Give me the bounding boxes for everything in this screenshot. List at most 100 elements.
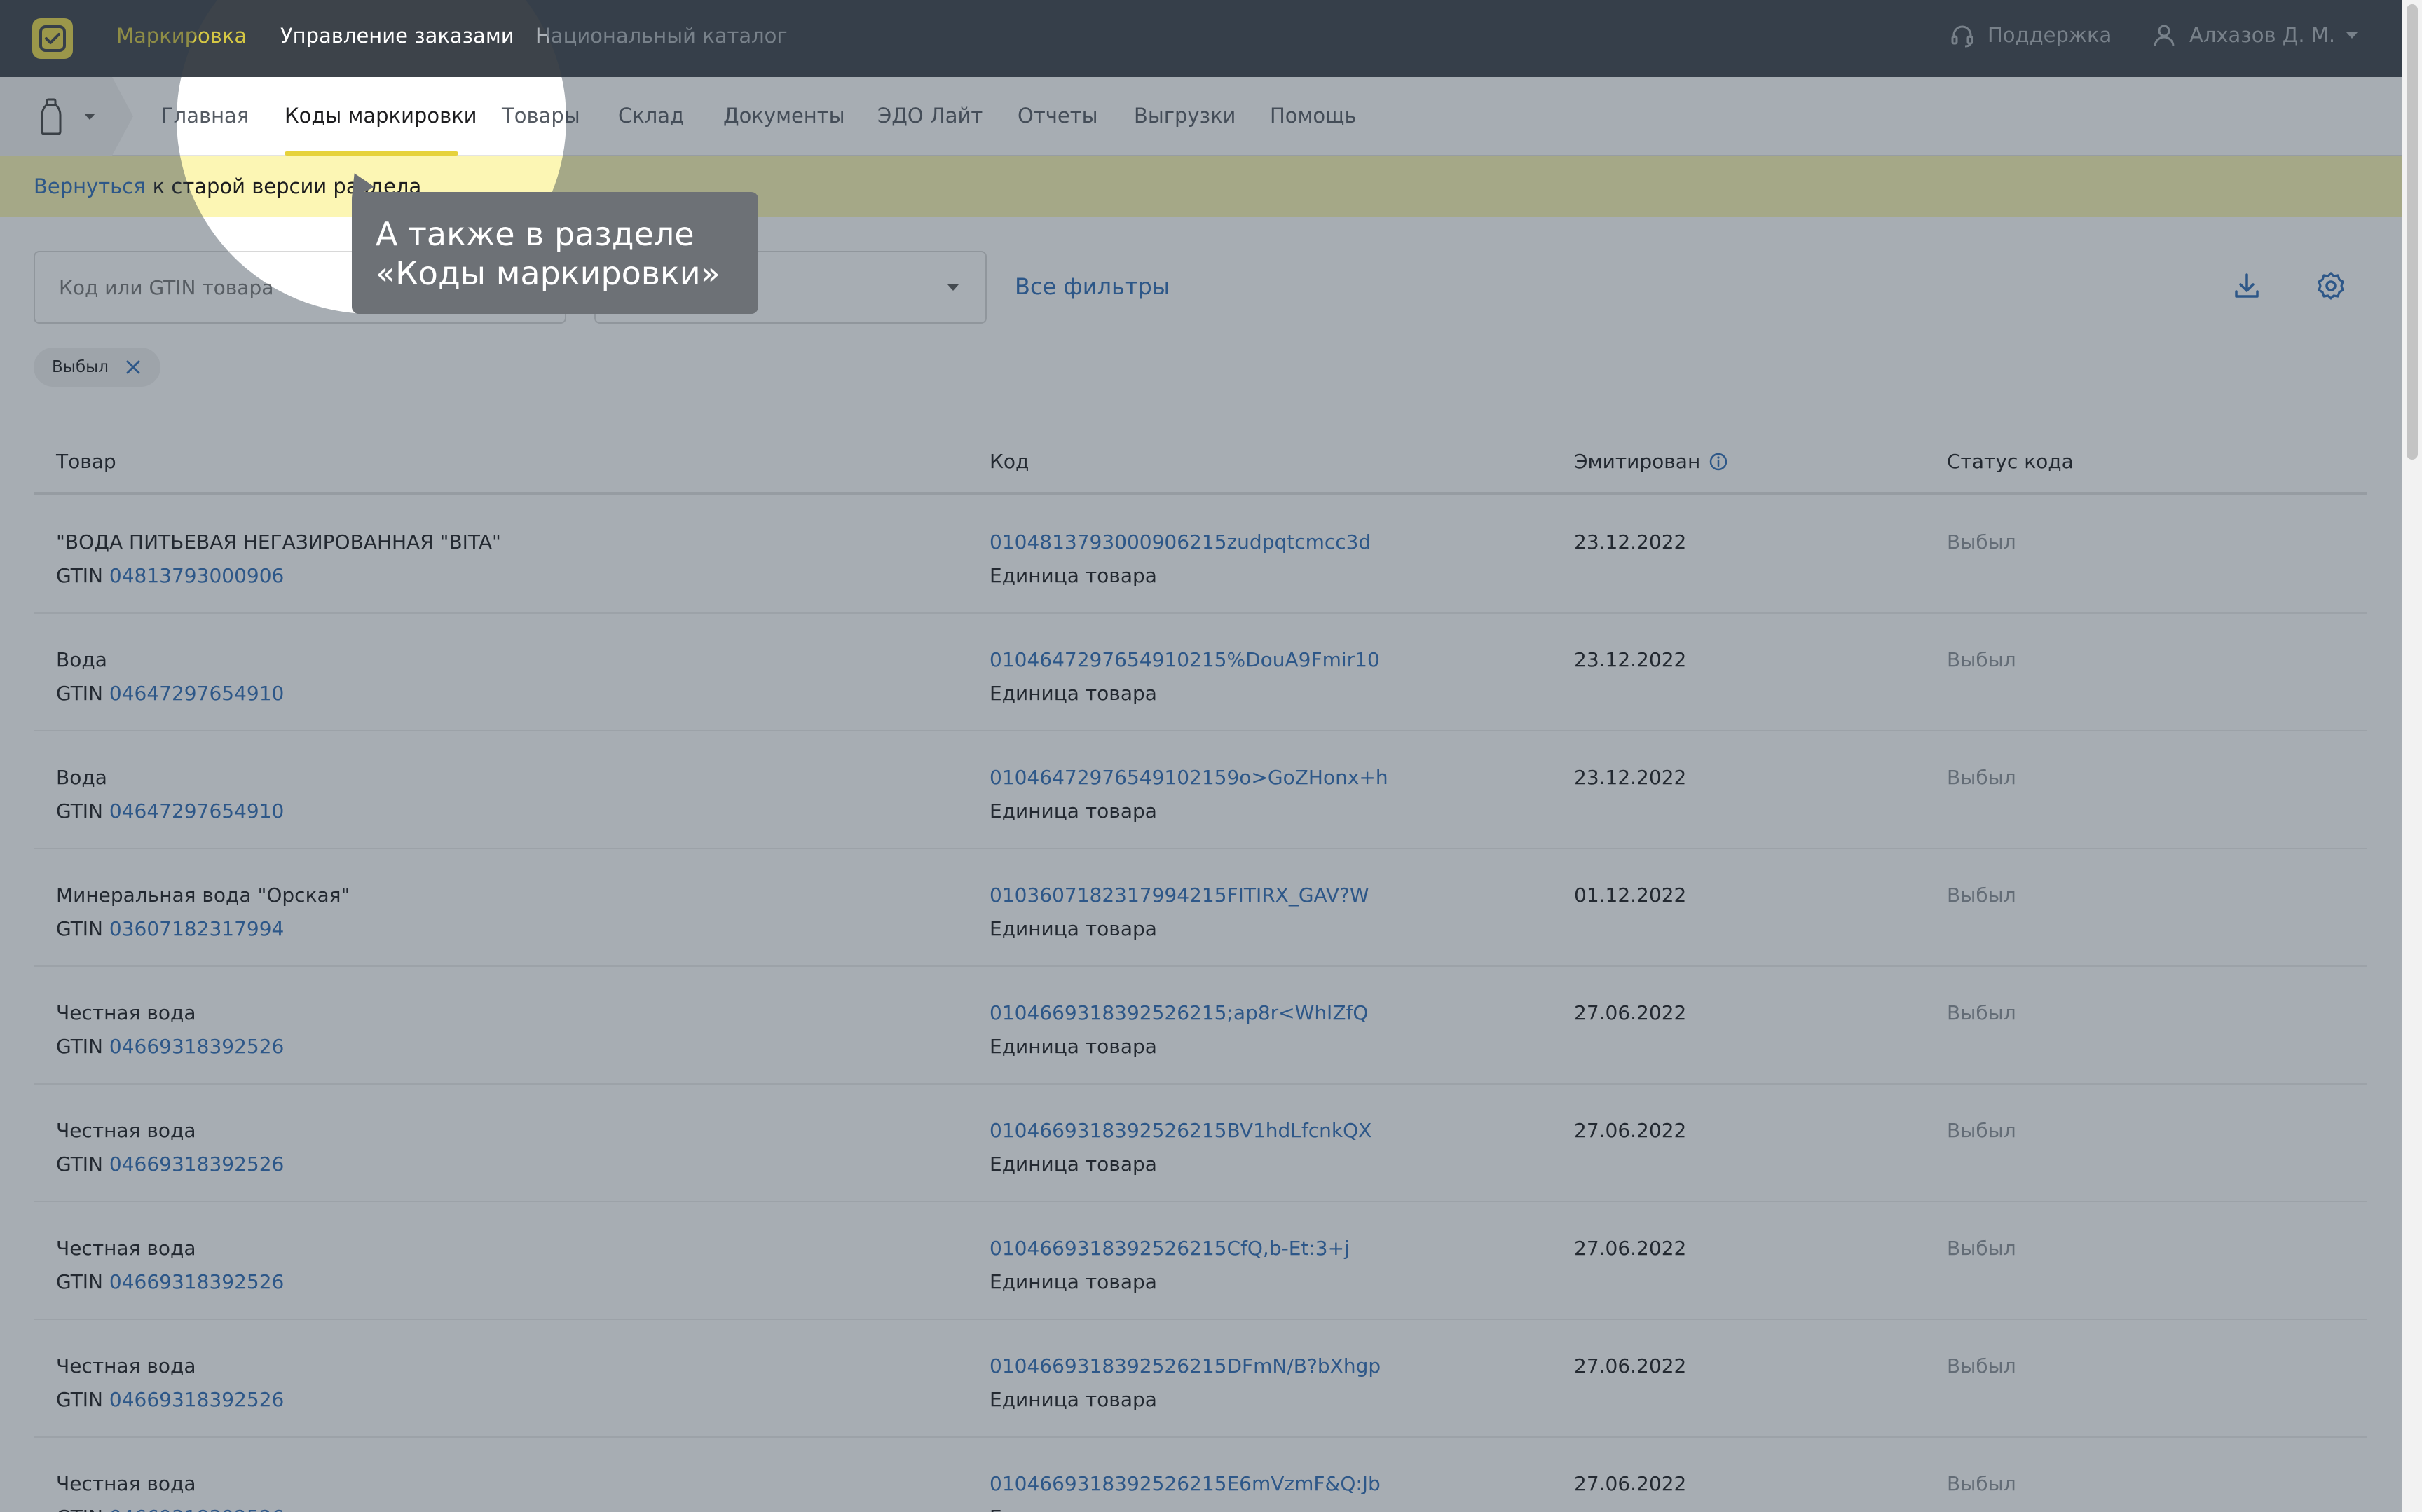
vertical-scrollbar[interactable] (2402, 0, 2422, 1512)
gtin-link[interactable]: 04647297654910 (109, 799, 284, 823)
code-cell: 0104647297654910215%DouA9Fmir10 Единица … (990, 643, 1380, 710)
gtin-link[interactable]: 04669318392526 (109, 1506, 284, 1512)
table-header: Товар Код Эмитирован Статус кода (34, 434, 2367, 495)
code-unit-type: Единица товара (990, 1035, 1157, 1058)
gtin-label: GTIN (56, 682, 104, 705)
gtin-label: GTIN (56, 1506, 103, 1512)
code-unit-type: Единица товара (990, 564, 1157, 587)
logo[interactable] (32, 18, 73, 59)
gtin-link[interactable]: 04669318392526 (109, 1270, 284, 1293)
tab-reports[interactable]: Отчеты (1018, 104, 1098, 128)
code-link[interactable]: 0104669318392526215DFmN/B?bXhgp (990, 1349, 1381, 1383)
tab-marking-codes[interactable]: Коды маркировки (285, 104, 477, 128)
code-unit-type: Единица товара (990, 799, 1157, 823)
gtin-label: GTIN (56, 917, 104, 940)
table-row[interactable]: Честная вода GTIN 04669318392526 0104669… (34, 1320, 2367, 1438)
tab-exports[interactable]: Выгрузки (1134, 104, 1236, 128)
emitted-date: 27.06.2022 (1574, 1119, 1687, 1142)
topnav-national-catalog[interactable]: Национальный каталог (535, 24, 788, 48)
code-link[interactable]: 01046472976549102159o>GoZHonx+h (990, 761, 1388, 795)
bottle-icon (41, 98, 62, 135)
download-button[interactable] (2230, 269, 2264, 303)
product-cell: "ВОДА ПИТЬЕВАЯ НЕГАЗИРОВАННАЯ "BITA" GTI… (56, 525, 501, 593)
table-body: "ВОДА ПИТЬЕВАЯ НЕГАЗИРОВАННАЯ "BITA" GTI… (34, 496, 2367, 1512)
gtin-line: GTIN 04669318392526 (56, 1148, 284, 1181)
tab-edo-lite[interactable]: ЭДО Лайт (877, 104, 983, 128)
close-icon[interactable] (124, 358, 142, 376)
product-name: Минеральная вода "Орская" (56, 884, 350, 907)
chevron-down-icon (84, 113, 95, 120)
status-badge: Выбыл (1947, 648, 2016, 671)
chevron-down-icon (2346, 32, 2358, 39)
gtin-line: GTIN 04669318392526 (56, 1265, 284, 1299)
code-cell: 0104669318392526215CfQ,b-Et:3+j Единица … (990, 1232, 1350, 1299)
product-cell: Честная вода GTIN 04669318392526 (56, 1349, 284, 1417)
gtin-link[interactable]: 04669318392526 (109, 1388, 284, 1411)
status-badge: Выбыл (1947, 1472, 2016, 1495)
table-row[interactable]: Честная вода GTIN 04669318392526 0104669… (34, 967, 2367, 1085)
support-link[interactable]: Поддержка (1948, 21, 2112, 49)
topnav-order-management[interactable]: Управление заказами (280, 24, 514, 48)
code-link[interactable]: 0104669318392526215CfQ,b-Et:3+j (990, 1232, 1350, 1265)
status-badge: Выбыл (1947, 766, 2016, 789)
emitted-date: 27.06.2022 (1574, 1354, 1687, 1377)
product-group-switcher[interactable] (0, 77, 133, 156)
support-label: Поддержка (1987, 23, 2112, 47)
product-name: Честная вода (56, 1472, 196, 1495)
gtin-link[interactable]: 04813793000906 (109, 564, 284, 587)
table-row[interactable]: Минеральная вода "Орская" GTIN 036071823… (34, 849, 2367, 967)
code-link[interactable]: 0104669318392526215;ap8r<WhIZfQ (990, 996, 1368, 1030)
code-cell: 0104669318392526215;ap8r<WhIZfQ Единица … (990, 996, 1368, 1064)
table-row[interactable]: Вода GTIN 04647297654910 010464729765491… (34, 614, 2367, 731)
tab-products[interactable]: Товары (502, 104, 580, 128)
all-filters-button[interactable]: Все фильтры (1015, 273, 1170, 300)
gtin-line: GTIN 04669318392526 (56, 1383, 284, 1417)
status-badge: Выбыл (1947, 1354, 2016, 1377)
product-name: Честная вода (56, 1237, 196, 1260)
user-name: Алхазов Д. М. (2189, 23, 2336, 47)
tab-documents[interactable]: Документы (723, 104, 845, 128)
product-name: Честная вода (56, 1001, 196, 1024)
code-link[interactable]: 0103607182317994215FITIRX_GAV?W (990, 879, 1369, 912)
code-link[interactable]: 0104813793000906215zudpqtcmcc3d (990, 525, 1371, 559)
user-menu[interactable]: Алхазов Д. М. (2150, 21, 2358, 49)
tab-home[interactable]: Главная (161, 104, 249, 128)
info-icon[interactable] (1709, 452, 1728, 472)
settings-button[interactable] (2314, 269, 2348, 303)
product-cell: Честная вода GTIN 04669318392526 (56, 1467, 284, 1512)
gtin-link[interactable]: 04669318392526 (109, 1035, 284, 1058)
code-link[interactable]: 0104647297654910215%DouA9Fmir10 (990, 643, 1380, 677)
column-header-code: Код (990, 450, 1029, 473)
scrollbar-thumb[interactable] (2407, 4, 2418, 460)
table-row[interactable]: "ВОДА ПИТЬЕВАЯ НЕГАЗИРОВАННАЯ "BITA" GTI… (34, 496, 2367, 614)
gtin-link[interactable]: 03607182317994 (109, 917, 284, 940)
product-name: "ВОДА ПИТЬЕВАЯ НЕГАЗИРОВАННАЯ "BITA" (56, 530, 501, 554)
tab-help[interactable]: Помощь (1270, 104, 1357, 128)
gtin-link[interactable]: 04647297654910 (109, 682, 284, 705)
return-link[interactable]: Вернуться (34, 174, 146, 198)
filter-chip-retired[interactable]: Выбыл (34, 348, 160, 387)
code-link[interactable]: 0104669318392526215E6mVzmF&Q:Jb (990, 1467, 1381, 1501)
code-unit-type: Единица товара (990, 682, 1157, 705)
table-row[interactable]: Честная вода GTIN 04669318392526 0104669… (34, 1202, 2367, 1320)
status-badge: Выбыл (1947, 1119, 2016, 1142)
gtin-line: GTIN 04669318392526 (56, 1501, 284, 1512)
product-name: Вода (56, 648, 107, 671)
product-cell: Честная вода GTIN 04669318392526 (56, 996, 284, 1064)
code-unit-type: Единица товара (990, 917, 1157, 940)
table-row[interactable]: Вода GTIN 04647297654910 010464729765491… (34, 731, 2367, 849)
table-row[interactable]: Честная вода GTIN 04669318392526 0104669… (34, 1085, 2367, 1202)
gtin-label: GTIN (56, 1270, 104, 1293)
code-link[interactable]: 0104669318392526215BV1hdLfcnkQX (990, 1114, 1371, 1148)
gear-icon (2318, 272, 2344, 300)
gtin-line: GTIN 04813793000906 (56, 559, 501, 593)
product-name: Вода (56, 766, 107, 789)
tab-warehouse[interactable]: Склад (618, 104, 684, 128)
filter-chip-label: Выбыл (52, 358, 109, 376)
gtin-link[interactable]: 04669318392526 (109, 1153, 284, 1176)
gtin-line: GTIN 04669318392526 (56, 1030, 284, 1064)
sub-navigation: Главная Коды маркировки Товары Склад Док… (0, 77, 2402, 156)
topnav-marking[interactable]: Маркировка (116, 24, 247, 48)
tooltip-line-1: А также в разделе (376, 215, 695, 253)
table-row[interactable]: Честная вода GTIN 04669318392526 0104669… (34, 1438, 2367, 1512)
